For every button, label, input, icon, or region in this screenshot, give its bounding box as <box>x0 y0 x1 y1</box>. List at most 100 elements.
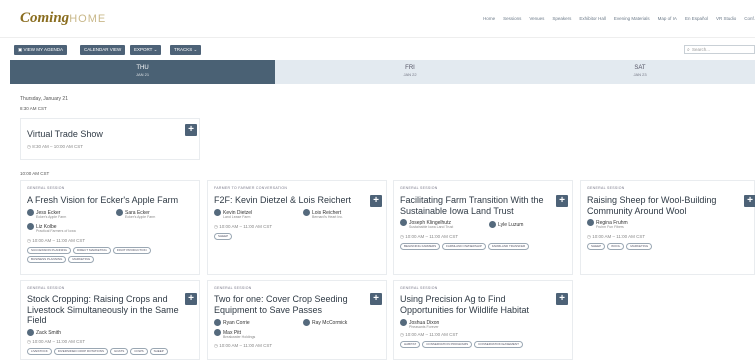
session-card[interactable]: GENERAL SESSION Using Precision Ag to Fi… <box>393 280 573 360</box>
session-card[interactable]: GENERAL SESSION A Fresh Vision for Ecker… <box>20 180 200 275</box>
avatar <box>27 209 34 216</box>
tag-list: LIVESTOCK DIVERSIFIED CROP ROTATIONS GOA… <box>27 348 187 355</box>
avatar <box>214 329 221 336</box>
tag[interactable]: CONSERVATION EASEMENT <box>474 341 523 348</box>
nav-conf[interactable]: Conf. <box>744 16 755 21</box>
search-input[interactable]: ⌕ Search... <box>684 45 755 54</box>
tag[interactable]: SHEEP <box>214 233 233 240</box>
avatar <box>303 209 310 216</box>
tag[interactable]: HABITAT <box>400 341 421 348</box>
avatar <box>214 319 221 326</box>
avatar <box>400 319 407 326</box>
tag[interactable]: COWS <box>130 348 148 355</box>
tag[interactable]: MARKETING <box>626 243 653 250</box>
tab-day-sat[interactable]: SAT JAN 23 <box>550 60 730 84</box>
session-category: GENERAL SESSION <box>400 286 438 290</box>
speaker[interactable]: Regina Fruhm Fruhm Fun Fibers <box>587 219 628 229</box>
add-to-agenda-button[interactable]: + <box>370 293 382 305</box>
view-my-agenda-button[interactable]: ▣ VIEW MY AGENDA <box>14 45 67 55</box>
session-card[interactable]: GENERAL SESSION Facilitating Farm Transi… <box>393 180 573 275</box>
tag[interactable]: FARMLAND TRANSFER <box>487 243 530 250</box>
speaker[interactable]: Jess Ecker Ecker's Apple Farm <box>27 209 66 219</box>
nav-exhibitor-hall[interactable]: Exhibitor Hall <box>579 16 606 21</box>
session-card[interactable]: GENERAL SESSION Stock Cropping: Raising … <box>20 280 200 360</box>
tag[interactable]: FRUIT PRODUCTION <box>112 247 151 254</box>
tag[interactable]: BEGINNING FARMERS <box>400 243 441 250</box>
session-title[interactable]: Facilitating Farm Transition With the Su… <box>400 195 550 216</box>
session-category: GENERAL SESSION <box>214 286 252 290</box>
tag[interactable]: SHEEP <box>587 243 606 250</box>
tag[interactable]: DIRECT MARKETING <box>73 247 111 254</box>
tag[interactable]: MARKETING <box>68 256 95 263</box>
tag[interactable]: SHEEP <box>149 348 168 355</box>
speaker[interactable]: Joseph Klingelhutz Sustainable Iowa Land … <box>400 219 453 229</box>
tag[interactable]: WOOL <box>607 243 625 250</box>
speaker[interactable]: Ryan Corrie <box>214 319 250 326</box>
session-time: ◷ 10:00 AM – 11:00 AM CST <box>400 332 459 337</box>
speaker[interactable]: Lois Reichert Bernard's Heart Inc. <box>303 209 343 219</box>
session-title[interactable]: Raising Sheep for Wool-Building Communit… <box>587 195 737 216</box>
agenda-icon: ▣ <box>18 47 23 52</box>
session-time: ◷ 10:00 AM – 11:00 AM CST <box>400 234 459 239</box>
session-title[interactable]: Stock Cropping: Raising Crops and Livest… <box>27 294 187 326</box>
session-title[interactable]: Virtual Trade Show <box>27 129 103 140</box>
session-category: GENERAL SESSION <box>27 286 65 290</box>
speaker[interactable]: Lyle Luzum <box>489 221 523 228</box>
day-name: FRI <box>405 65 415 71</box>
tag-list: SUCCESSION PLANNING DIRECT MARKETING FRU… <box>27 247 187 263</box>
add-to-agenda-button[interactable]: + <box>185 124 197 136</box>
speaker[interactable]: Sara Ecker Ecker's Apple Farm <box>116 209 155 219</box>
session-time: ◷ 10:00 AM – 11:00 AM CST <box>587 234 646 239</box>
avatar <box>116 209 123 216</box>
speaker[interactable]: Joshua Dixon Pheasants Forever <box>400 319 439 329</box>
nav-speakers[interactable]: Speakers <box>552 16 571 21</box>
add-to-agenda-button[interactable]: + <box>185 293 197 305</box>
day-name: SAT <box>634 65 646 71</box>
tag[interactable]: DIVERSIFIED CROP ROTATIONS <box>53 348 108 355</box>
tab-day-thu[interactable]: THU JAN 21 <box>10 60 275 84</box>
tag[interactable]: GOATS <box>109 348 129 355</box>
export-dropdown[interactable]: EXPORT ⌄ <box>130 45 162 55</box>
speaker[interactable]: Zack Smith <box>27 329 61 336</box>
session-title[interactable]: Using Precision Ag to Find Opportunities… <box>400 294 550 315</box>
add-to-agenda-button[interactable]: + <box>744 195 755 207</box>
add-to-agenda-button[interactable]: + <box>556 293 568 305</box>
session-title[interactable]: A Fresh Vision for Ecker's Apple Farm <box>27 195 178 206</box>
speaker[interactable]: Max Pitt Breakwater Holdings <box>214 329 255 339</box>
session-time: ◷ 10:00 AM – 11:00 AM CST <box>27 339 86 344</box>
search-placeholder: Search... <box>692 47 711 52</box>
tag[interactable]: FARMLAND OWNERSHIP <box>442 243 486 250</box>
search-icon: ⌕ <box>687 47 690 53</box>
tag[interactable]: BUSINESS PLANNING <box>27 256 67 263</box>
tag[interactable]: CONSERVATION PROGRAMS <box>422 341 473 348</box>
session-card[interactable]: GENERAL SESSION Raising Sheep for Wool-B… <box>580 180 755 275</box>
tracks-dropdown[interactable]: TRACKS ⌄ <box>170 45 202 55</box>
calendar-view-button[interactable]: CALENDAR VIEW <box>80 45 126 55</box>
nav-home[interactable]: Home <box>483 16 495 21</box>
nav-venues[interactable]: Venues <box>529 16 544 21</box>
speaker[interactable]: Ray McCormick <box>303 319 347 326</box>
logo[interactable]: ComingHOME <box>20 10 106 27</box>
nav-evening-materials[interactable]: Evening Materials <box>614 16 650 21</box>
nav-espanol[interactable]: En Español <box>685 16 708 21</box>
add-to-agenda-button[interactable]: + <box>370 195 382 207</box>
tag[interactable]: LIVESTOCK <box>27 348 52 355</box>
day-date: JAN 23 <box>633 72 647 77</box>
add-to-agenda-button[interactable]: + <box>556 195 568 207</box>
session-card[interactable]: Virtual Trade Show ◷ 8:30 AM – 10:00 AM … <box>20 118 200 160</box>
session-time: ◷ 10:00 AM – 11:00 AM CST <box>214 343 273 348</box>
session-category: GENERAL SESSION <box>27 186 65 190</box>
nav-vr-studio[interactable]: VR Studio <box>716 16 736 21</box>
session-category: FARMER TO FARMER CONVERSATION <box>214 186 288 190</box>
session-title[interactable]: F2F: Kevin Dietzel & Lois Reichert <box>214 195 351 206</box>
speaker[interactable]: Liz Kolbe Practical Farmers of Iowa <box>27 223 76 233</box>
nav-map[interactable]: Map of IA <box>658 16 677 21</box>
session-card[interactable]: FARMER TO FARMER CONVERSATION F2F: Kevin… <box>207 180 387 275</box>
nav-sessions[interactable]: Sessions <box>503 16 521 21</box>
tab-day-fri[interactable]: FRI JAN 22 <box>295 60 525 84</box>
session-title[interactable]: Two for one: Cover Crop Seeding Equipmen… <box>214 294 364 315</box>
session-card[interactable]: GENERAL SESSION Two for one: Cover Crop … <box>207 280 387 360</box>
speaker[interactable]: Kevin Dietzel Land Lease Farm <box>214 209 252 219</box>
day-name: THU <box>136 65 149 71</box>
tag[interactable]: SUCCESSION PLANNING <box>27 247 72 254</box>
